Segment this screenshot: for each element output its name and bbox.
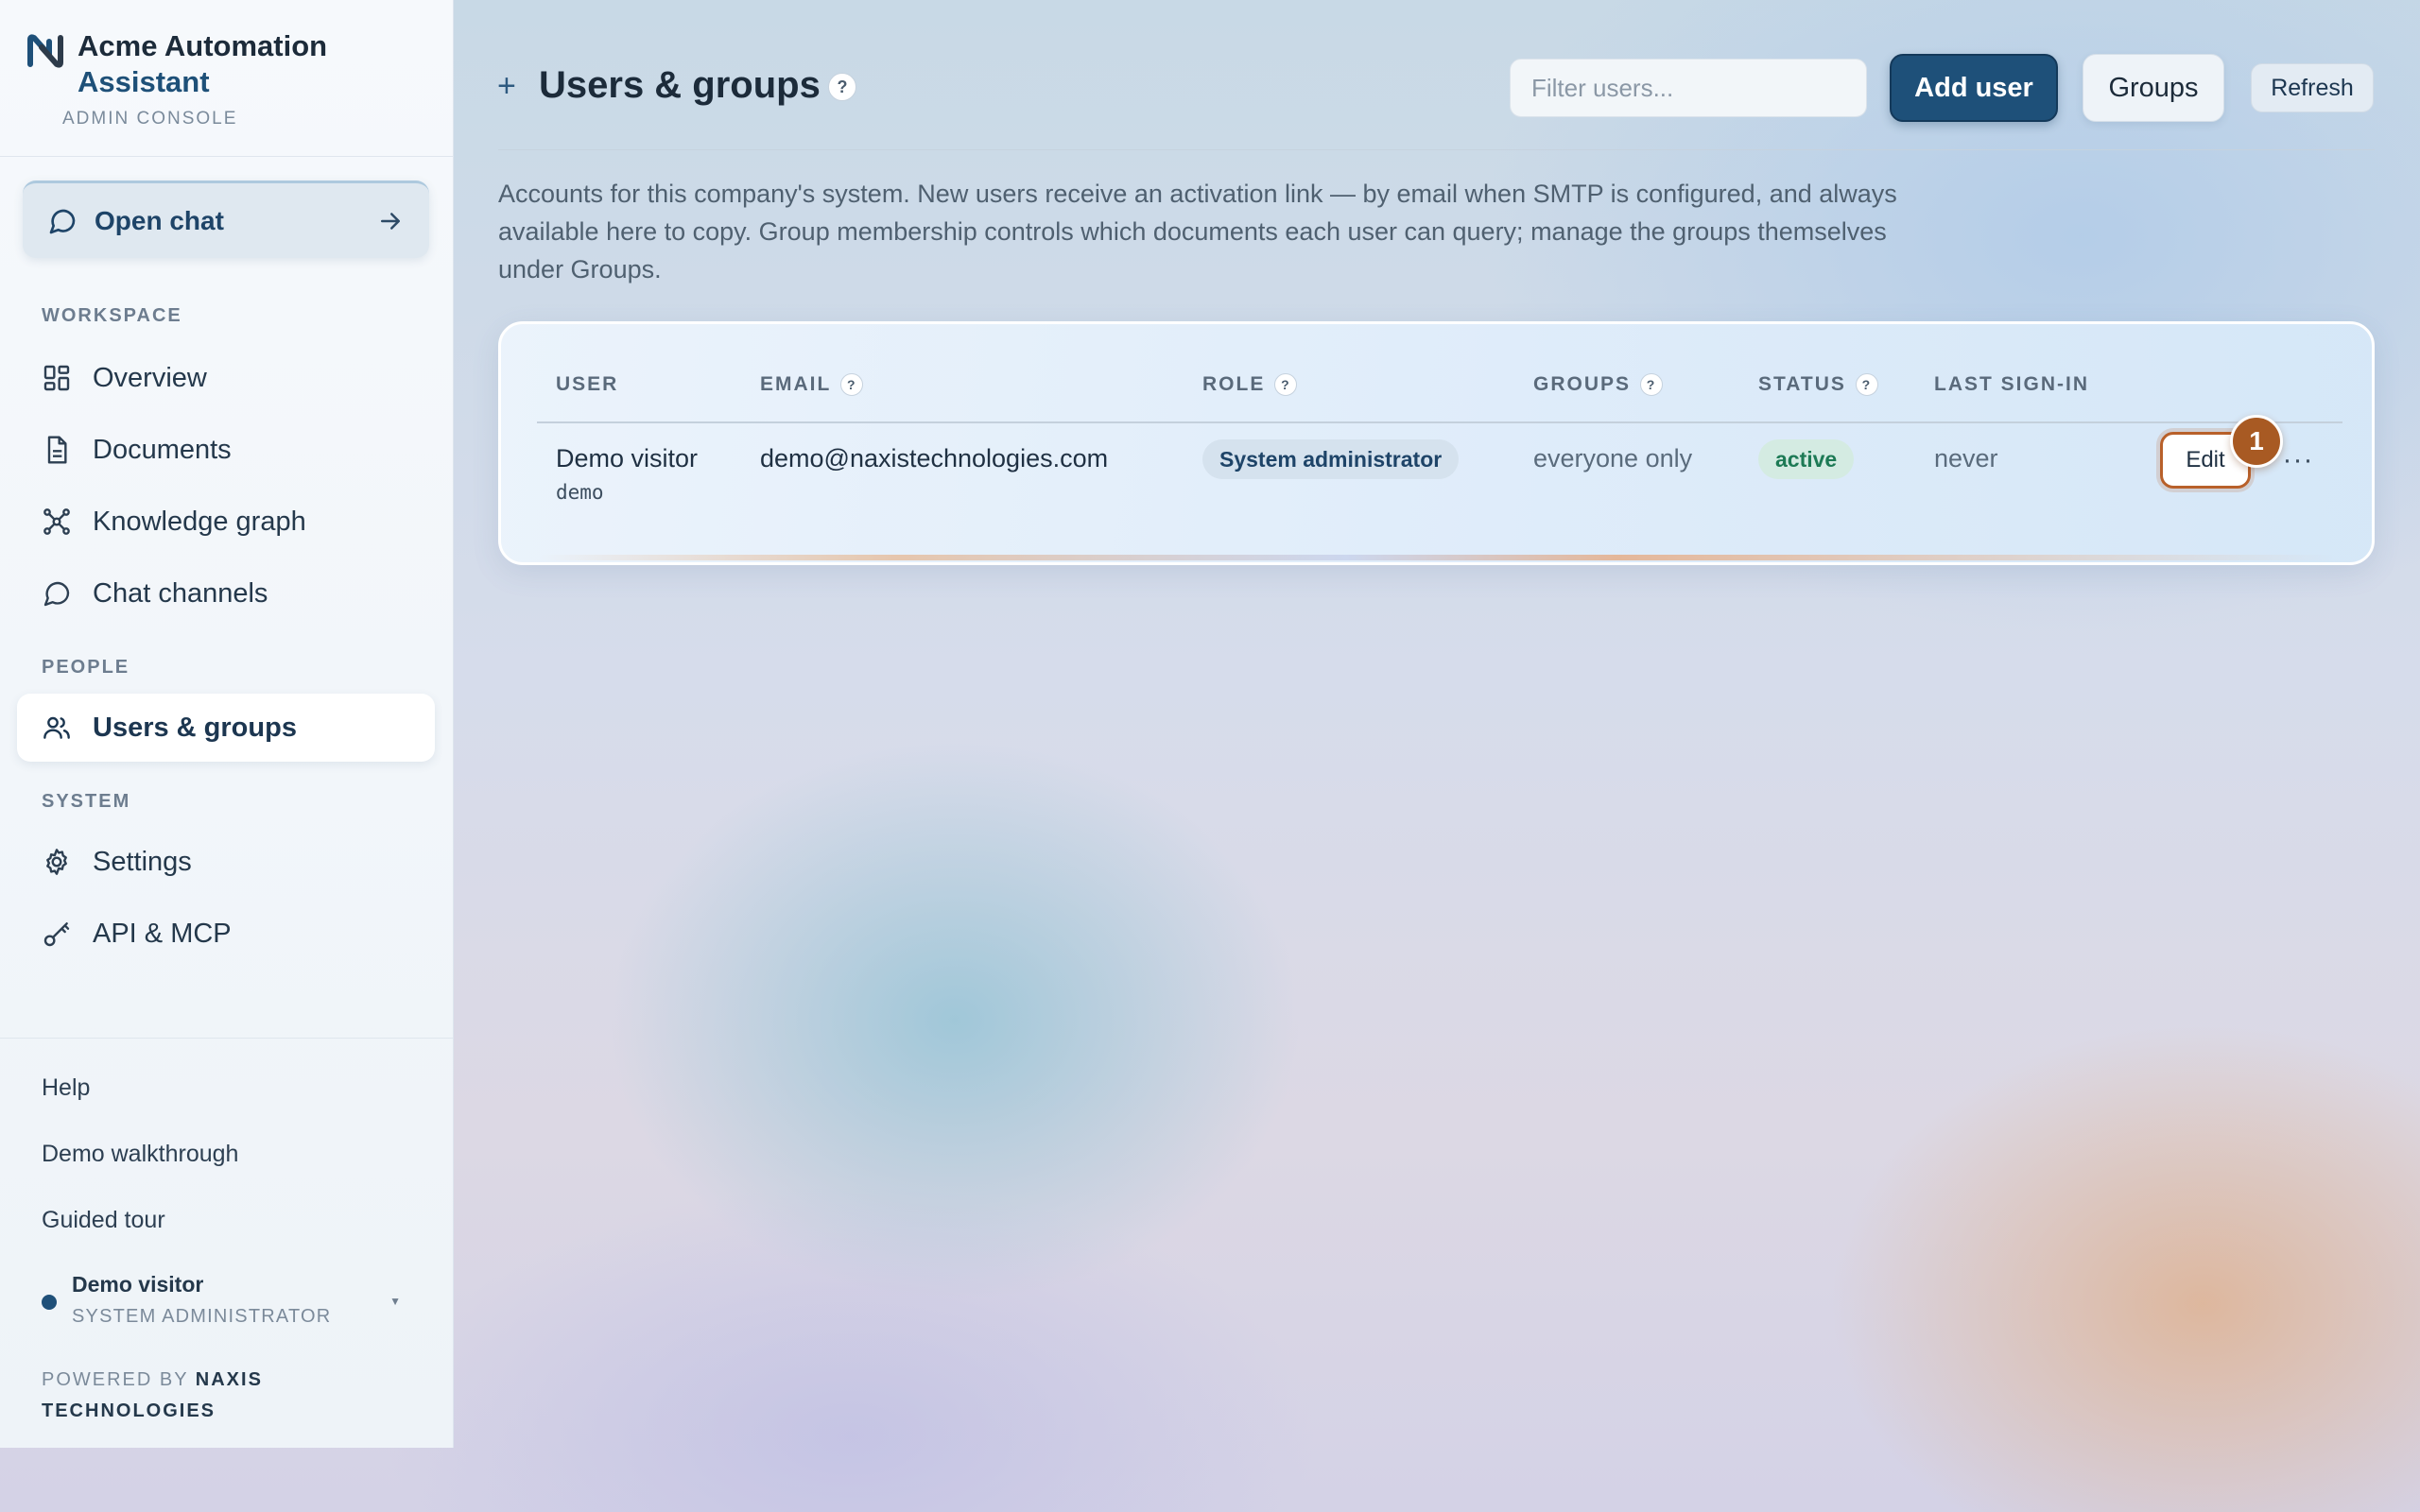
page-title: Users & groups bbox=[539, 64, 821, 106]
add-user-button[interactable]: Add user bbox=[1890, 54, 2058, 122]
powered-by-prefix: POWERED BY bbox=[42, 1369, 189, 1390]
help-icon[interactable]: ? bbox=[840, 373, 864, 396]
last-sign-in: never bbox=[1934, 444, 1998, 472]
status-badge: active bbox=[1758, 439, 1855, 479]
key-icon bbox=[43, 922, 70, 947]
column-header-label: STATUS bbox=[1758, 373, 1846, 395]
document-icon bbox=[47, 436, 67, 464]
open-chat-label: Open chat bbox=[95, 205, 224, 235]
sidebar-item-label: Chat channels bbox=[93, 577, 268, 609]
sidebar-divider bbox=[0, 156, 454, 157]
chat-bubble-icon bbox=[43, 581, 70, 607]
header-divider bbox=[498, 149, 2375, 150]
users-table: USER EMAIL ? ROLE ? GROUPS ? STATUS ? LA… bbox=[498, 321, 2375, 565]
user-email: demo@naxistechnologies.com bbox=[760, 444, 1109, 472]
column-header-label: GROUPS bbox=[1533, 373, 1632, 395]
brand-subtitle: ADMIN CONSOLE bbox=[62, 109, 238, 129]
sidebar-item-knowledge-graph[interactable]: Knowledge graph bbox=[17, 488, 435, 556]
help-icon[interactable]: ? bbox=[828, 73, 856, 101]
help-icon[interactable]: ? bbox=[1640, 373, 1664, 396]
sidebar-item-label: API & MCP bbox=[93, 918, 232, 949]
sidebar-divider bbox=[0, 1038, 454, 1039]
column-header-last-sign-in: LAST SIGN-IN bbox=[1934, 373, 2089, 396]
sidebar-item-settings[interactable]: Settings bbox=[17, 828, 435, 896]
role-badge: System administrator bbox=[1202, 439, 1460, 479]
powered-by: POWERED BY NAXIS TECHNOLOGIES bbox=[42, 1365, 382, 1427]
filter-users-input[interactable] bbox=[1510, 59, 1867, 117]
groups-button[interactable]: Groups bbox=[2083, 54, 2224, 122]
column-header-status: STATUS ? bbox=[1758, 373, 1878, 396]
help-icon[interactable]: ? bbox=[1855, 373, 1878, 396]
user-groups: everyone only bbox=[1533, 444, 1693, 472]
user-username: demo bbox=[556, 481, 604, 504]
section-label-system: SYSTEM bbox=[42, 791, 131, 812]
caret-down-icon: ▼ bbox=[389, 1295, 401, 1308]
sidebar: Acme Automation Assistant ADMIN CONSOLE … bbox=[0, 0, 454, 1448]
brand-name-line1: Acme Automation bbox=[78, 29, 328, 62]
sidebar-item-documents[interactable]: Documents bbox=[17, 416, 435, 484]
arrow-right-icon bbox=[381, 212, 400, 230]
current-user-name: Demo visitor bbox=[72, 1272, 204, 1297]
column-header-user: USER bbox=[556, 373, 618, 396]
sidebar-item-chat-channels[interactable]: Chat channels bbox=[17, 559, 435, 627]
sidebar-item-label: Users & groups bbox=[93, 712, 297, 743]
more-actions-icon[interactable]: ··· bbox=[2275, 438, 2321, 483]
graph-icon bbox=[43, 508, 70, 535]
user-name: Demo visitor bbox=[556, 444, 699, 472]
column-header-role: ROLE ? bbox=[1202, 373, 1298, 396]
brand-name: Acme Automation Assistant bbox=[78, 28, 327, 100]
refresh-button[interactable]: Refresh bbox=[2251, 63, 2374, 112]
sidebar-item-label: Knowledge graph bbox=[93, 506, 306, 537]
collapse-plus-icon[interactable]: + bbox=[497, 68, 516, 105]
column-header-groups: GROUPS ? bbox=[1533, 373, 1664, 396]
table-header-divider bbox=[537, 421, 2342, 423]
sidebar-item-label: Settings bbox=[93, 846, 192, 877]
brand[interactable]: Acme Automation Assistant bbox=[26, 28, 327, 100]
column-header-label: USER bbox=[556, 373, 619, 395]
column-header-label: ROLE bbox=[1202, 373, 1266, 395]
users-icon bbox=[43, 716, 70, 739]
user-status-dot bbox=[42, 1295, 57, 1310]
sidebar-item-label: Overview bbox=[93, 362, 207, 393]
sidebar-item-overview[interactable]: Overview bbox=[17, 344, 435, 412]
current-user-role: SYSTEM ADMINISTRATOR bbox=[72, 1306, 332, 1327]
column-header-label: EMAIL bbox=[760, 373, 832, 395]
gear-icon bbox=[46, 849, 67, 875]
help-icon[interactable]: ? bbox=[1274, 373, 1298, 396]
card-glow bbox=[539, 555, 2334, 560]
sidebar-item-label: Documents bbox=[93, 434, 232, 465]
intro-text: Accounts for this company's system. New … bbox=[498, 180, 1897, 284]
grid-icon bbox=[43, 365, 70, 391]
column-header-label: LAST SIGN-IN bbox=[1934, 373, 2089, 395]
sidebar-item-users-groups[interactable]: Users & groups bbox=[17, 694, 435, 762]
demo-walkthrough-link[interactable]: Demo walkthrough bbox=[42, 1141, 238, 1168]
brand-logo-icon bbox=[27, 34, 63, 68]
section-label-workspace: WORKSPACE bbox=[42, 305, 182, 326]
section-label-people: PEOPLE bbox=[42, 657, 130, 678]
help-link[interactable]: Help bbox=[42, 1074, 90, 1102]
sidebar-item-api-mcp[interactable]: API & MCP bbox=[17, 900, 435, 968]
column-header-email: EMAIL ? bbox=[760, 373, 864, 396]
open-chat-button[interactable]: Open chat bbox=[23, 180, 429, 258]
user-menu[interactable]: Demo visitor SYSTEM ADMINISTRATOR ▼ bbox=[42, 1272, 420, 1329]
guided-tour-link[interactable]: Guided tour bbox=[42, 1207, 165, 1234]
brand-name-line2: Assistant bbox=[78, 65, 210, 98]
chat-bubble-icon bbox=[49, 209, 76, 233]
